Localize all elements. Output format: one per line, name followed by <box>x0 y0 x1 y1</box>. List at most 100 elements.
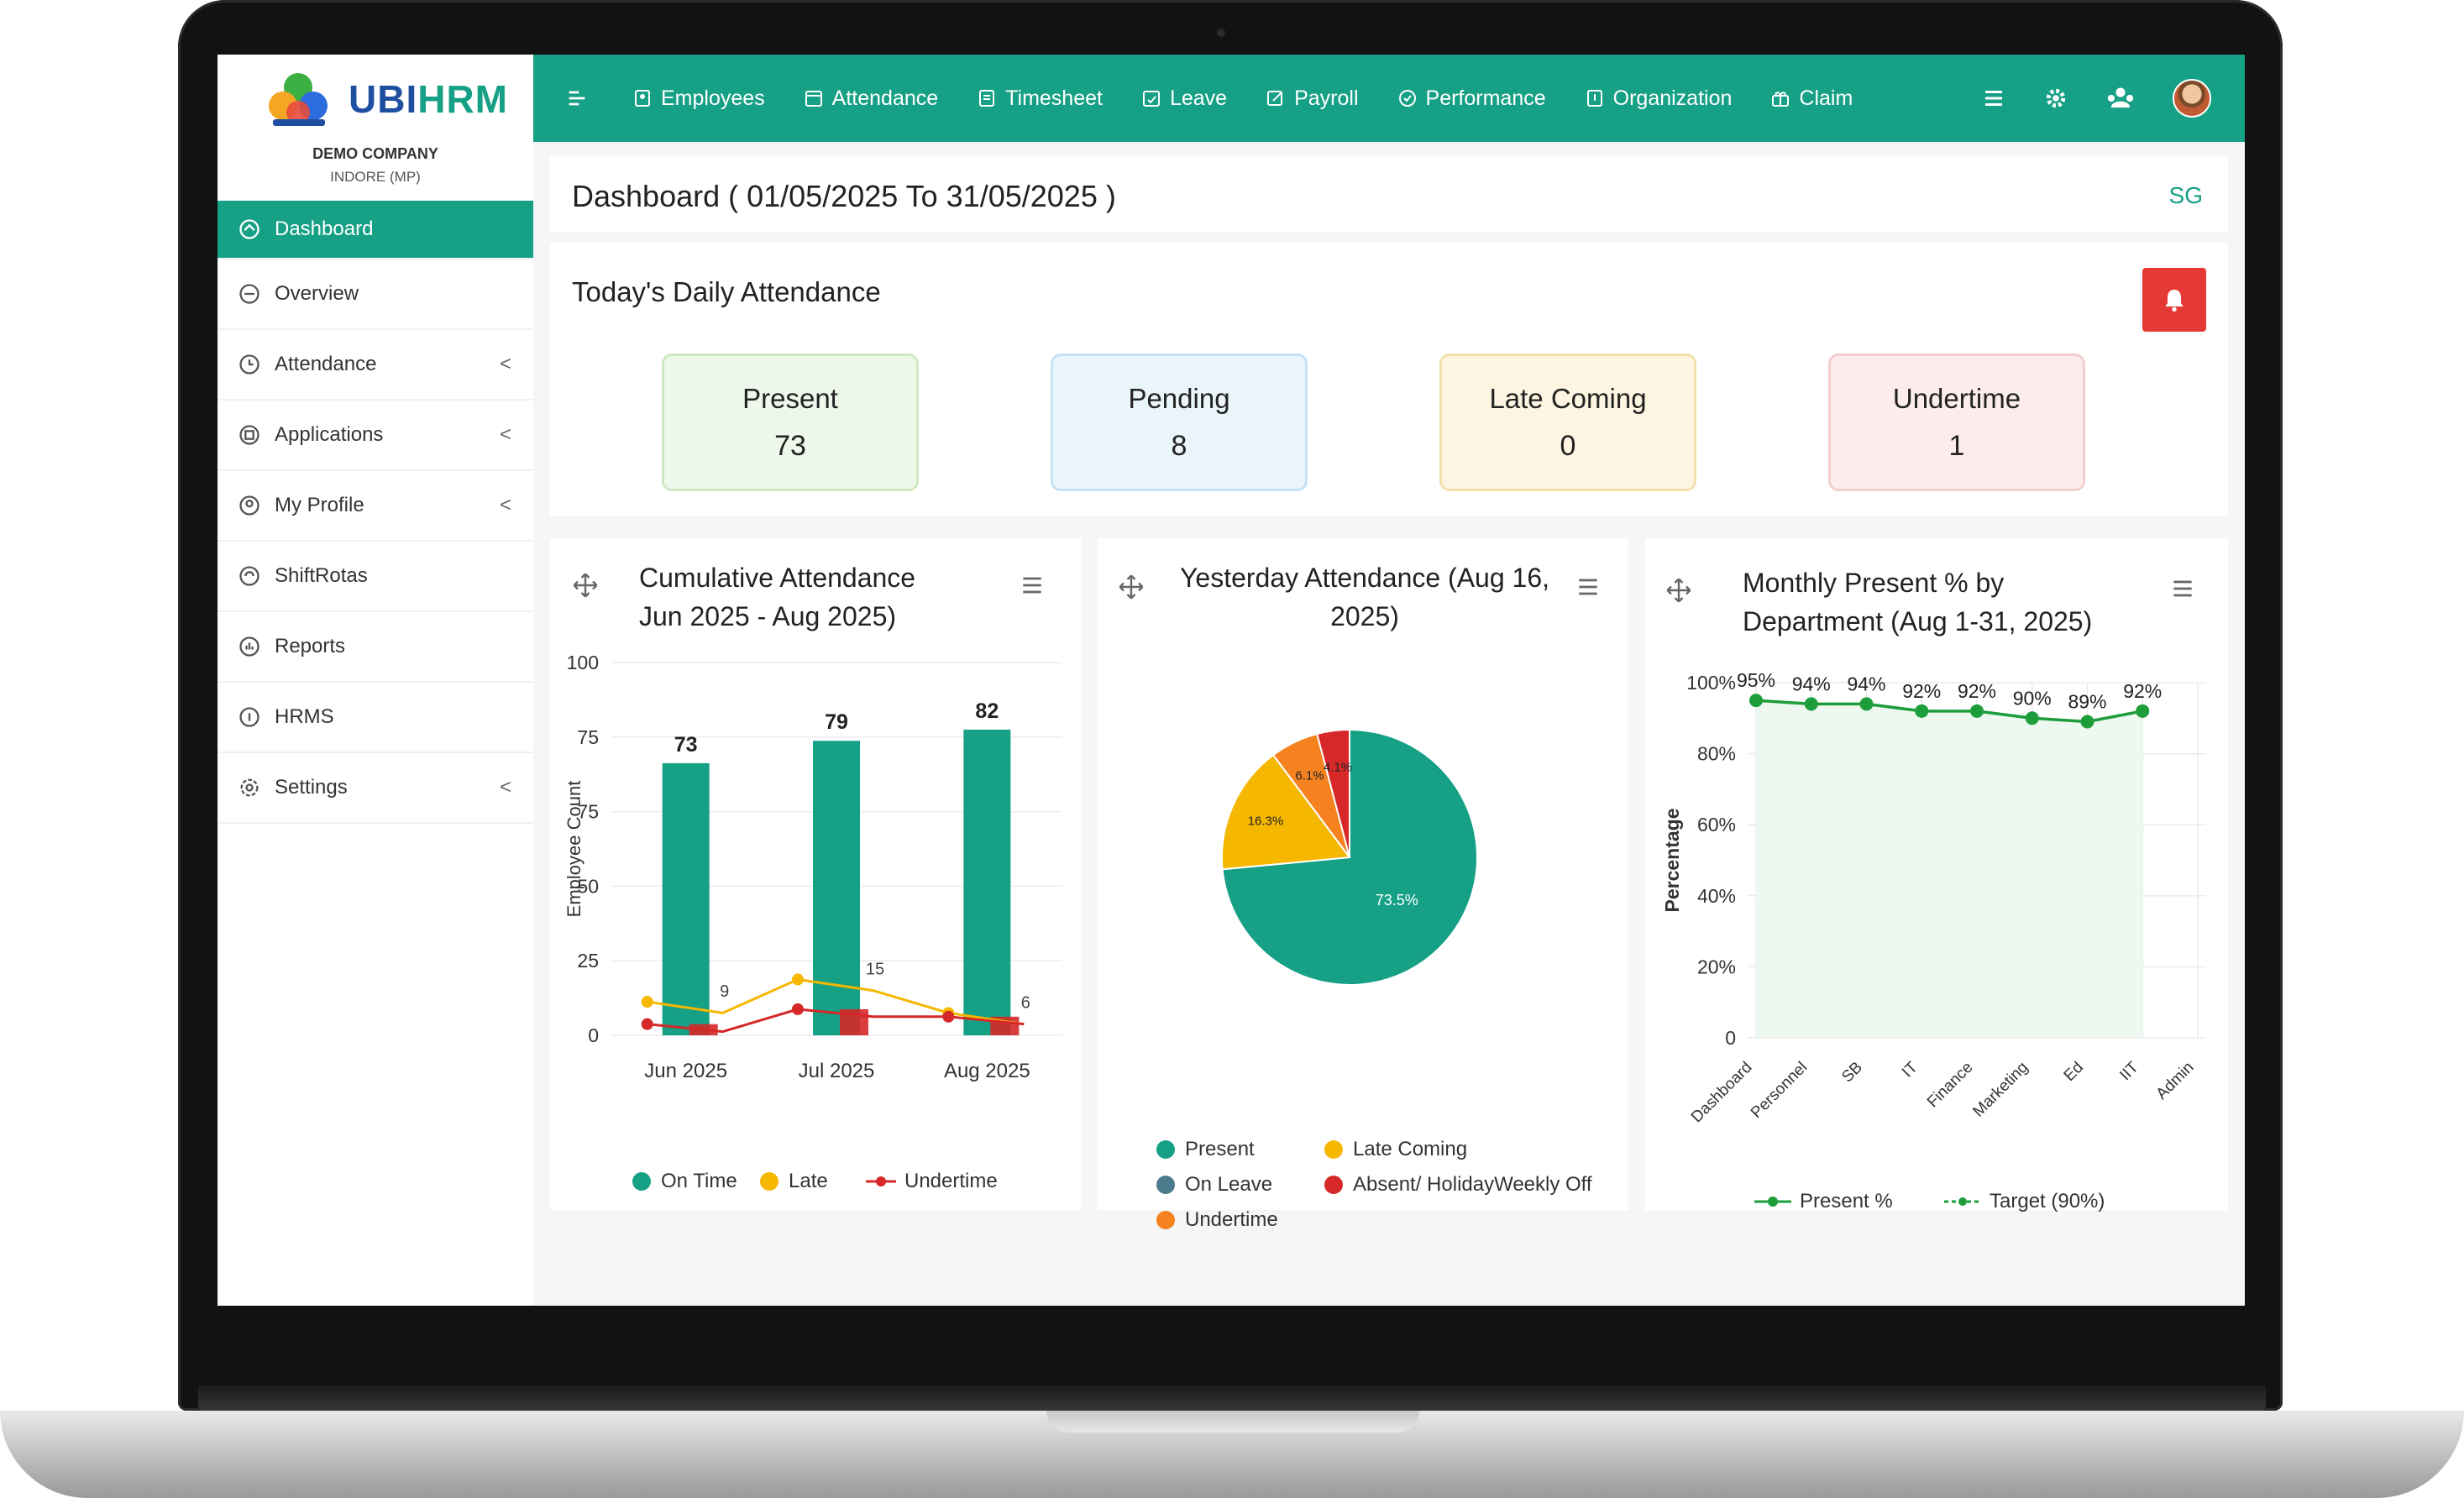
x-tick-label: Aug 2025 <box>944 1060 1030 1082</box>
panel-title-line1: Cumulative Attendance <box>639 563 916 593</box>
stat-card-undertime[interactable]: Undertime 1 <box>1828 354 2085 491</box>
sidebar-item-overview[interactable]: Overview <box>218 259 533 330</box>
legend-swatch <box>632 1172 651 1191</box>
legend-label: On Leave <box>1185 1173 1273 1196</box>
legend-present[interactable]: Present <box>1156 1138 1255 1161</box>
logo-text: UBIHRM <box>349 76 508 122</box>
topnav-employees[interactable]: Employees <box>632 86 765 111</box>
topnav-leave[interactable]: Leave <box>1141 86 1227 111</box>
sidebar-item-hrms[interactable]: HRMS <box>218 683 533 753</box>
sidebar-item-shiftrotas[interactable]: ShiftRotas <box>218 542 533 612</box>
profile-icon <box>239 495 260 516</box>
sidebar-item-reports[interactable]: Reports <box>218 612 533 683</box>
x-tick-label: Admin <box>2153 1059 2198 1103</box>
y-tick-label: 100 <box>567 656 599 673</box>
legend-present-percent[interactable]: Present % <box>1754 1190 1893 1213</box>
monthly-present-panel: Monthly Present % by Department (Aug 1-3… <box>1645 538 2228 1213</box>
sidebar-item-label: Dashboard <box>275 217 374 240</box>
move-icon[interactable] <box>1116 572 1146 602</box>
chevron-left-icon[interactable]: < <box>500 423 511 447</box>
chevron-left-icon[interactable]: < <box>500 353 511 376</box>
legend-absent-holiday[interactable]: Absent/ HolidayWeekly Off <box>1324 1173 1592 1197</box>
menu-toggle-button[interactable] <box>565 86 597 110</box>
sidebar-item-label: ShiftRotas <box>275 564 368 587</box>
y-tick-label: 60% <box>1697 814 1736 835</box>
legend-late[interactable]: Late <box>760 1170 828 1193</box>
sidebar-item-label: My Profile <box>275 494 364 516</box>
topnav-label: Attendance <box>831 86 939 110</box>
team-icon[interactable] <box>2105 84 2136 113</box>
sidebar-item-dashboard[interactable]: Dashboard <box>218 201 533 259</box>
legend-undertime[interactable]: Undertime <box>866 1170 998 1193</box>
panel-title-line2: Department (Aug 1-31, 2025) <box>1743 606 2093 636</box>
sidebar-item-label: Applications <box>275 423 384 446</box>
topnav-timesheet[interactable]: Timesheet <box>977 86 1103 111</box>
legend-swatch <box>1944 1197 1981 1206</box>
y-tick-label: 0 <box>1725 1027 1736 1049</box>
camera-dot <box>1217 29 1225 37</box>
claim-icon <box>1772 92 1790 107</box>
sidebar-item-applications[interactable]: Applications < <box>218 401 533 471</box>
topnav-organization[interactable]: Organization <box>1585 86 1732 111</box>
undertime-point <box>942 1010 955 1023</box>
legend-late-coming[interactable]: Late Coming <box>1324 1138 1467 1161</box>
hamburger-menu-icon[interactable] <box>1981 86 2006 111</box>
chevron-left-icon[interactable]: < <box>500 494 511 517</box>
daily-attendance-card: Today's Daily Attendance Present 73 Pend… <box>550 243 2228 516</box>
legend-swatch <box>760 1172 779 1191</box>
gear-icon[interactable] <box>2043 86 2068 111</box>
chart-menu-icon[interactable] <box>2169 575 2196 602</box>
legend-label: Undertime <box>904 1170 998 1192</box>
reports-icon <box>239 636 260 657</box>
y-tick-label: 25 <box>577 950 599 972</box>
stat-card-present[interactable]: Present 73 <box>662 354 919 491</box>
chevron-left-icon[interactable]: < <box>500 776 511 799</box>
sidebar-item-label: Overview <box>275 282 359 305</box>
stat-value: 73 <box>774 430 806 462</box>
user-initials[interactable]: SG <box>2169 182 2203 209</box>
legend-on-time[interactable]: On Time <box>632 1170 737 1193</box>
legend-swatch <box>1324 1140 1343 1159</box>
legend-on-leave[interactable]: On Leave <box>1156 1173 1272 1197</box>
logo-icon <box>269 73 328 126</box>
y-tick-label: 0 <box>588 1024 599 1046</box>
app-logo[interactable]: UBIHRM <box>265 66 516 132</box>
topnav-payroll[interactable]: Payroll <box>1266 86 1359 111</box>
employees-icon <box>635 90 650 107</box>
sidebar-item-my-profile[interactable]: My Profile < <box>218 471 533 542</box>
hrms-icon <box>239 707 260 727</box>
y-tick-label: 40% <box>1697 885 1736 907</box>
point-value-label: 92% <box>2123 680 2162 702</box>
topnav-attendance[interactable]: Attendance <box>804 86 939 111</box>
move-icon[interactable] <box>570 570 600 600</box>
user-avatar[interactable] <box>2173 79 2211 118</box>
sidebar-item-attendance[interactable]: Attendance < <box>218 330 533 401</box>
section-title: Today's Daily Attendance <box>572 276 881 307</box>
topbar-actions <box>1944 55 2211 142</box>
sidebar-item-settings[interactable]: Settings < <box>218 753 533 824</box>
legend-target[interactable]: Target (90%) <box>1944 1190 2105 1213</box>
legend-swatch <box>1754 1197 1791 1207</box>
panel-title: Cumulative Attendance Jun 2025 - Aug 202… <box>639 558 915 636</box>
stat-value: 8 <box>1171 430 1187 462</box>
late-point <box>792 973 804 986</box>
chart-menu-icon[interactable] <box>1575 574 1602 600</box>
monthly-present-chart: 100% 80% 60% 40% 20% 0 Percentage 95% 94% 94% 92% 9… <box>1661 669 2206 1126</box>
legend-label: Present <box>1185 1138 1255 1160</box>
present-point <box>1749 694 1763 708</box>
stat-card-late-coming[interactable]: Late Coming 0 <box>1439 354 1696 491</box>
x-tick-label: SB <box>1838 1059 1866 1087</box>
legend-undertime[interactable]: Undertime <box>1156 1208 1278 1232</box>
notification-button[interactable] <box>2142 268 2206 332</box>
clock-icon <box>239 354 260 374</box>
stat-card-pending[interactable]: Pending 8 <box>1051 354 1308 491</box>
topnav-label: Employees <box>661 86 765 110</box>
topnav-performance[interactable]: Performance <box>1397 86 1546 111</box>
sidebar-nav: Dashboard Overview Attendance < Applicat… <box>218 201 533 824</box>
topnav-claim[interactable]: Claim <box>1770 86 1853 111</box>
chart-menu-icon[interactable] <box>1019 572 1046 599</box>
top-navbar: Employees Attendance Timesheet Leave Pay… <box>533 55 2245 142</box>
sidebar-item-label: Reports <box>275 635 346 657</box>
stat-value: 1 <box>1948 430 1965 462</box>
move-icon[interactable] <box>1664 575 1694 605</box>
